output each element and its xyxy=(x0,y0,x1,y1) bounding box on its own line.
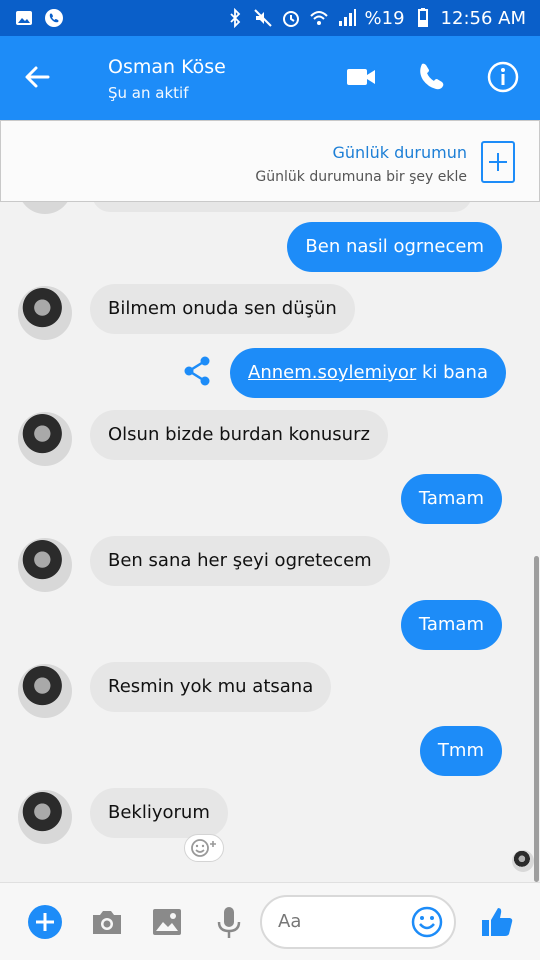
message-link[interactable]: Annem.soylemiyor xyxy=(248,362,416,383)
message-bubble-incoming[interactable]: Bilmem onuda sen düşün xyxy=(90,284,355,334)
message-bubble-incoming[interactable]: Bekliyorum xyxy=(90,788,228,838)
seen-avatar xyxy=(512,850,534,872)
contact-avatar[interactable] xyxy=(18,790,72,844)
contact-avatar[interactable] xyxy=(18,202,72,214)
add-status-button[interactable] xyxy=(481,141,515,183)
contact-status: Şu an aktif xyxy=(108,84,189,102)
plus-circle-icon[interactable] xyxy=(26,903,64,941)
message-bubble-partial xyxy=(92,202,472,212)
wifi-icon xyxy=(309,11,328,25)
message-bubble-outgoing[interactable]: Ben nasil ogrnecem xyxy=(287,222,502,272)
message-input-box[interactable] xyxy=(260,895,456,949)
message-list[interactable]: Ben nasil ogrnecem Bilmem onuda sen düşü… xyxy=(0,202,540,882)
back-arrow-icon[interactable] xyxy=(20,60,54,94)
battery-percent: %19 xyxy=(364,7,405,29)
video-call-icon[interactable] xyxy=(344,60,378,94)
camera-icon[interactable] xyxy=(88,903,126,941)
add-reaction-button[interactable] xyxy=(184,834,224,862)
message-composer xyxy=(0,882,540,960)
contact-avatar[interactable] xyxy=(18,412,72,466)
message-bubble-outgoing[interactable]: Tamam xyxy=(400,600,502,650)
daily-status-title: Günlük durumun xyxy=(332,143,468,162)
scrollbar[interactable] xyxy=(534,556,539,882)
message-bubble-incoming[interactable]: Resmin yok mu atsana xyxy=(90,662,332,712)
message-bubble-outgoing[interactable]: Tmm xyxy=(419,726,502,776)
phone-call-icon[interactable] xyxy=(414,60,448,94)
plus-icon xyxy=(489,153,507,171)
daily-status-banner[interactable]: Günlük durumun Günlük durumuna bir şey e… xyxy=(0,120,540,202)
contact-name[interactable]: Osman Köse xyxy=(108,56,226,78)
contact-avatar[interactable] xyxy=(18,286,72,340)
clock: 12:56 AM xyxy=(440,7,526,29)
message-bubble-outgoing[interactable]: Annem.soylemiyor ki bana xyxy=(230,348,506,398)
daily-status-subtitle: Günlük durumuna bir şey ekle xyxy=(255,169,467,185)
contact-avatar[interactable] xyxy=(18,664,72,718)
conversation-header: Osman Köse Şu an aktif xyxy=(0,36,540,120)
message-text: ki bana xyxy=(416,362,488,383)
gallery-icon[interactable] xyxy=(148,903,186,941)
signal-icon xyxy=(338,9,356,26)
share-icon[interactable] xyxy=(180,354,214,388)
emoji-icon[interactable] xyxy=(410,905,444,939)
message-bubble-incoming[interactable]: Ben sana her şeyi ogretecem xyxy=(90,536,390,586)
message-input[interactable] xyxy=(278,911,398,932)
microphone-icon[interactable] xyxy=(210,903,248,941)
contact-avatar[interactable] xyxy=(18,538,72,592)
message-bubble-outgoing[interactable]: Tamam xyxy=(400,474,502,524)
status-bar: %19 12:56 AM xyxy=(0,0,540,36)
message-bubble-incoming[interactable]: Olsun bizde burdan konusurz xyxy=(90,410,388,460)
gallery-notification-icon xyxy=(16,11,32,25)
emoji-add-icon xyxy=(191,839,216,857)
thumbs-up-icon[interactable] xyxy=(478,903,516,941)
info-icon[interactable] xyxy=(486,60,520,94)
alarm-icon xyxy=(282,11,299,27)
bluetooth-icon xyxy=(229,8,240,28)
phone-notification-icon xyxy=(45,9,63,27)
battery-icon xyxy=(417,8,428,27)
mute-icon xyxy=(253,9,272,27)
